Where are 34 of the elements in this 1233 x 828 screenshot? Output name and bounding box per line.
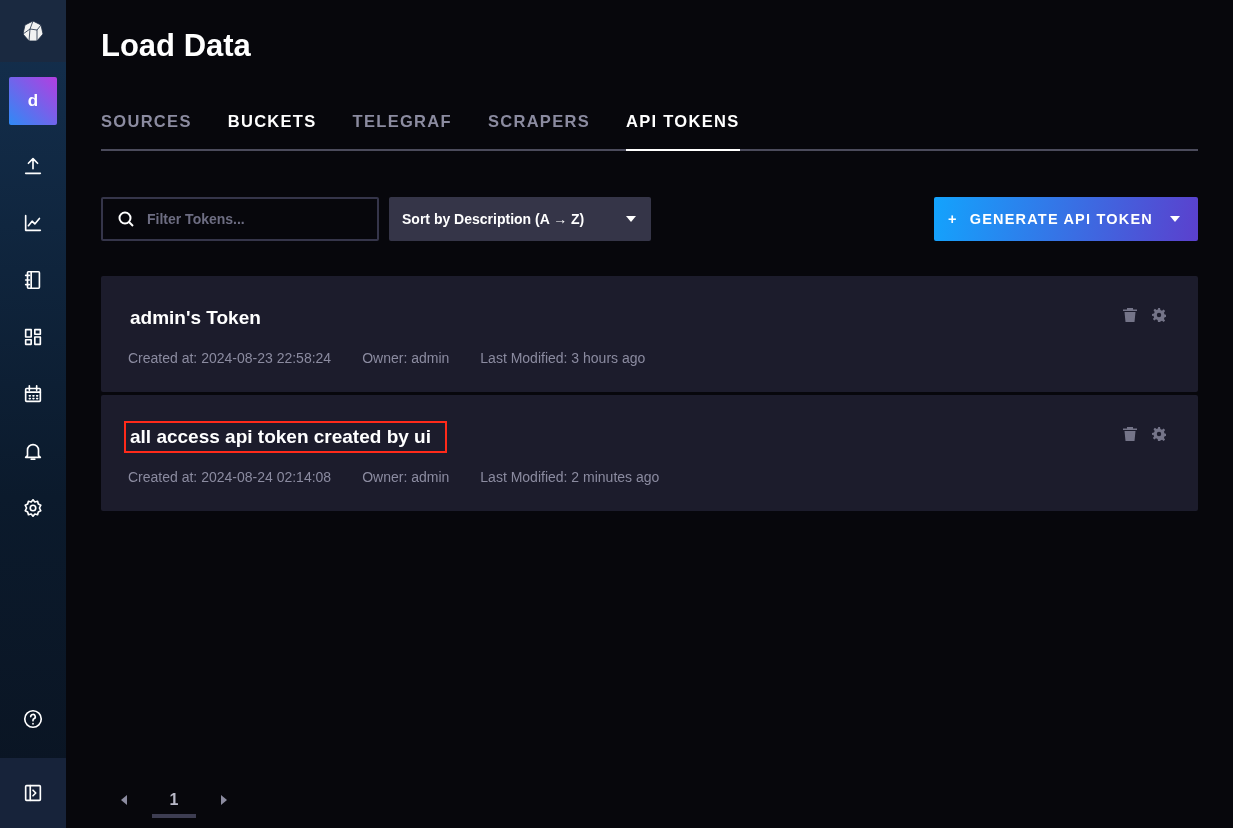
help-icon[interactable] bbox=[22, 708, 44, 730]
sidebar-toggle-icon[interactable] bbox=[22, 782, 44, 804]
org-avatar[interactable]: d bbox=[9, 77, 57, 125]
tab[interactable]: BUCKETS bbox=[227, 112, 317, 151]
trash-icon[interactable] bbox=[1123, 427, 1137, 441]
token-name[interactable]: admin's Token bbox=[124, 302, 277, 334]
tab[interactable]: TELEGRAF bbox=[352, 112, 452, 151]
created-date: Created at: 2024-08-23 22:58:24 bbox=[128, 350, 332, 366]
calendar-icon[interactable] bbox=[22, 383, 44, 405]
caret-icon bbox=[626, 216, 636, 222]
search-field[interactable]: Filter Tokens... bbox=[101, 197, 379, 241]
line-chart-icon[interactable] bbox=[22, 212, 44, 234]
owner-label: Owner: admin bbox=[362, 469, 450, 485]
settings-icon[interactable] bbox=[22, 497, 44, 519]
sort-dropdown[interactable]: Sort by Description (A → Z) bbox=[389, 197, 651, 241]
dashboard-icon[interactable] bbox=[22, 326, 44, 348]
page-title: Load Data bbox=[101, 28, 252, 64]
previous-page-icon[interactable] bbox=[121, 795, 127, 805]
tab[interactable]: SCRAPERS bbox=[487, 112, 590, 151]
upload-icon[interactable] bbox=[22, 155, 44, 177]
cube-logo-icon[interactable] bbox=[21, 19, 45, 43]
trash-icon[interactable] bbox=[1123, 308, 1137, 322]
search-icon bbox=[118, 211, 134, 227]
created-date: Created at: 2024-08-24 02:14:08 bbox=[128, 469, 332, 485]
owner-label: Owner: admin bbox=[362, 350, 450, 366]
page-button[interactable]: 1 bbox=[152, 782, 196, 818]
next-page-icon[interactable] bbox=[221, 795, 227, 805]
modified-time: Last Modified: 2 minutes ago bbox=[480, 469, 660, 485]
generate-token-button[interactable]: + GENERATE API TOKEN bbox=[934, 197, 1198, 241]
caret-icon bbox=[1170, 216, 1180, 222]
token-name[interactable]: all access api token created by ui bbox=[124, 421, 447, 453]
tab[interactable]: SOURCES bbox=[101, 112, 192, 151]
tab[interactable]: API TOKENS bbox=[626, 112, 740, 151]
modified-time: Last Modified: 3 hours ago bbox=[480, 350, 646, 366]
